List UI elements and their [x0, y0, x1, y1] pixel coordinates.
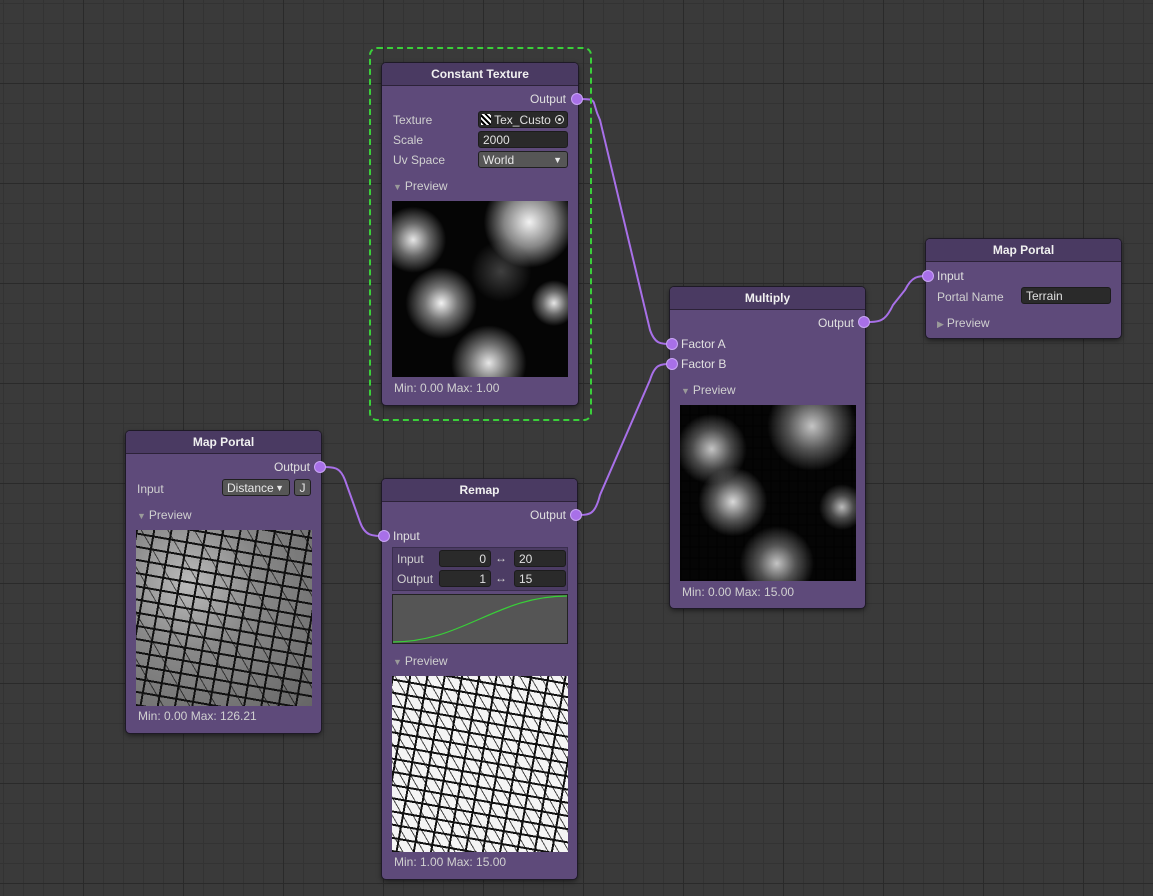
preview-label: Preview — [946, 316, 990, 330]
triangle-down-icon: ▼ — [393, 657, 402, 667]
min-max-label: Min: 0.00 Max: 1.00 — [394, 381, 500, 395]
preview-image — [392, 676, 568, 852]
node-constant-texture[interactable]: Constant Texture Output Texture Tex_Cust… — [382, 63, 583, 405]
range-output-label: Output — [397, 572, 434, 586]
triangle-right-icon: ▶ — [937, 319, 944, 329]
node-multiply[interactable]: Multiply Output Factor A Factor B ▼ Previ… — [666, 287, 870, 608]
node-title[interactable]: Multiply — [670, 287, 865, 310]
portal-name-field[interactable]: Terrain — [1021, 287, 1111, 304]
range-input-label: Input — [397, 552, 424, 566]
range-input-min-field[interactable]: 0 — [439, 550, 491, 567]
remap-curve[interactable] — [392, 594, 568, 644]
preview-label: Preview — [404, 654, 448, 668]
output-port[interactable] — [858, 316, 870, 328]
node-title[interactable]: Remap — [382, 479, 577, 502]
range-input-max-field[interactable]: 20 — [514, 550, 566, 567]
preview-image — [680, 405, 856, 581]
input-port-label: Input — [937, 269, 964, 283]
texture-label: Texture — [393, 113, 433, 127]
wire-portal-to-remap — [319, 466, 385, 537]
input-port[interactable] — [378, 530, 390, 542]
range-output-arrow: ↔ — [495, 571, 507, 585]
output-port-label: Output — [273, 460, 310, 474]
uv-space-value: World — [483, 153, 515, 167]
output-port[interactable] — [570, 509, 582, 521]
input-port-label: Input — [393, 529, 420, 543]
uv-space-dropdown[interactable]: World ▼ — [478, 151, 568, 168]
min-max-label: Min: 1.00 Max: 15.00 — [394, 855, 507, 869]
factor-a-port[interactable] — [666, 338, 678, 350]
output-port-label: Output — [529, 508, 566, 522]
preview-toggle[interactable]: ▼ Preview — [137, 508, 192, 522]
preview-label: Preview — [148, 508, 192, 522]
portal-name-label: Portal Name — [937, 290, 1004, 304]
uv-space-label: Uv Space — [393, 153, 446, 167]
node-remap[interactable]: Remap Output Input Input 0 ↔ 20 Output 1… — [378, 479, 582, 879]
triangle-down-icon: ▼ — [137, 511, 146, 521]
min-max-label: Min: 0.00 Max: 15.00 — [682, 585, 795, 599]
object-picker-icon[interactable] — [555, 115, 564, 124]
node-map-portal-terrain[interactable]: Map Portal Input Portal Name Terrain ▶ Pr… — [922, 239, 1121, 338]
preview-toggle[interactable]: ▼ Preview — [393, 179, 448, 193]
min-max-label: Min: 0.00 Max: 126.21 — [138, 709, 257, 723]
input-dropdown[interactable]: Distance ▼ — [222, 479, 290, 496]
caret-down-icon: ▼ — [275, 483, 284, 493]
wire-multiply-to-portal — [863, 275, 929, 323]
node-title[interactable]: Map Portal — [126, 431, 321, 454]
preview-toggle[interactable]: ▶ Preview — [937, 316, 990, 330]
scale-label: Scale — [393, 133, 424, 147]
factor-b-port[interactable] — [666, 358, 678, 370]
texture-thumbnail-icon — [481, 114, 491, 125]
input-port[interactable] — [922, 270, 934, 282]
input-dropdown-value: Distance — [227, 481, 274, 495]
output-port-label: Output — [817, 316, 854, 330]
jump-button[interactable]: J — [294, 479, 311, 496]
scale-field[interactable]: 2000 — [478, 131, 568, 148]
range-output-max-field[interactable]: 15 — [514, 570, 566, 587]
factor-a-label: Factor A — [681, 337, 726, 351]
range-box: Input 0 ↔ 20 Output 1 ↔ 15 — [392, 547, 568, 591]
texture-value: Tex_Custo — [494, 113, 551, 127]
preview-label: Preview — [404, 179, 448, 193]
output-port[interactable] — [571, 93, 583, 105]
node-title[interactable]: Map Portal — [926, 239, 1121, 262]
texture-object-field[interactable]: Tex_Custo — [478, 111, 568, 128]
factor-b-label: Factor B — [681, 357, 727, 371]
output-port-label: Output — [529, 92, 566, 106]
preview-image — [392, 201, 568, 377]
node-map-portal-distance[interactable]: Map Portal Output Input Distance ▼ J ▼ Pr… — [126, 431, 326, 733]
triangle-down-icon: ▼ — [393, 182, 402, 192]
input-label: Input — [137, 482, 164, 496]
preview-toggle[interactable]: ▼ Preview — [681, 383, 736, 397]
preview-image — [136, 530, 312, 706]
range-input-arrow: ↔ — [495, 551, 507, 565]
node-title[interactable]: Constant Texture — [382, 63, 578, 86]
triangle-down-icon: ▼ — [681, 386, 690, 396]
preview-toggle[interactable]: ▼ Preview — [393, 654, 448, 668]
output-port[interactable] — [314, 461, 326, 473]
caret-down-icon: ▼ — [553, 155, 562, 165]
range-output-min-field[interactable]: 1 — [439, 570, 491, 587]
preview-label: Preview — [692, 383, 736, 397]
